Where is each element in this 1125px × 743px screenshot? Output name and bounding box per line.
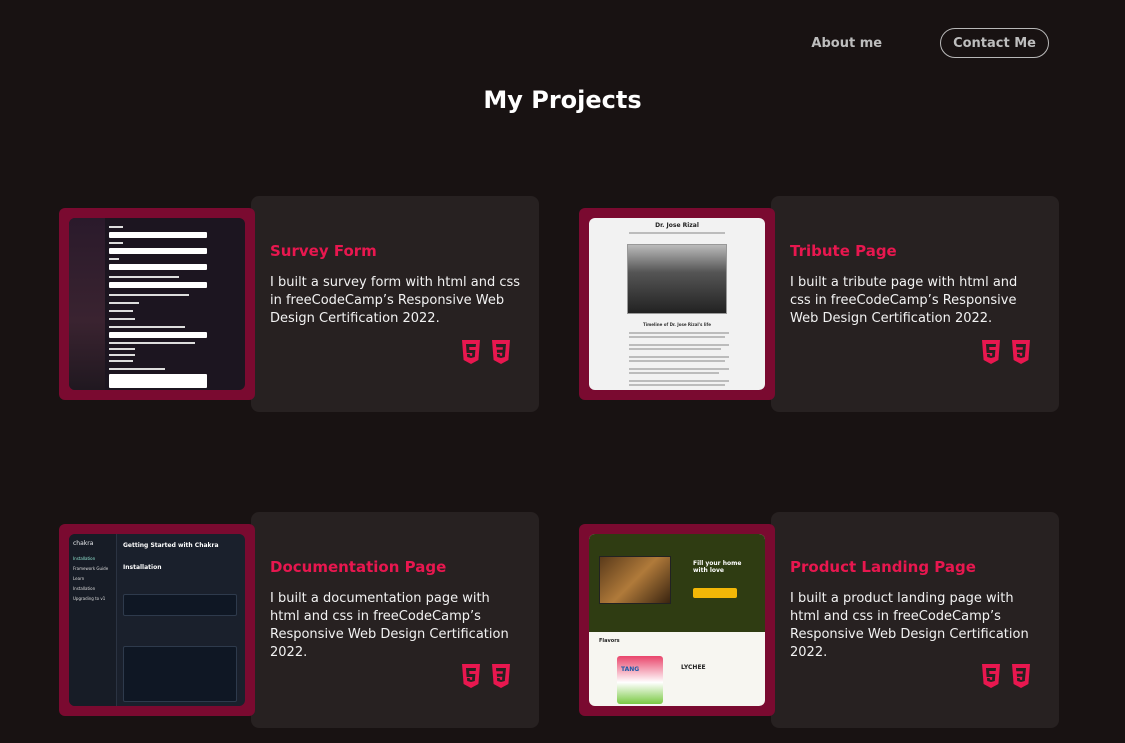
product-image (617, 656, 663, 704)
css3-icon (1012, 340, 1030, 364)
top-nav: About me Contact Me (811, 28, 1049, 58)
project-description: I built a documentation page with html a… (270, 591, 509, 660)
project-title[interactable]: Tribute Page (790, 242, 897, 260)
tech-icons (981, 664, 1031, 688)
project-title[interactable]: Product Landing Page (790, 558, 976, 576)
tech-icons (461, 340, 511, 364)
html5-icon (982, 340, 1000, 364)
tribute-page-screenshot[interactable]: Dr. Jose Rizal Timeline of Dr. Jose Riza… (589, 218, 765, 390)
contact-me-button[interactable]: Contact Me (940, 28, 1049, 58)
project-description: I built a survey form with html and css … (270, 275, 521, 326)
project-card-product-landing-page[interactable]: Fill your home with love Flavors TANG LY… (579, 512, 1059, 728)
portrait-image (627, 244, 727, 314)
project-title[interactable]: Documentation Page (270, 558, 446, 576)
survey-form-screenshot[interactable] (69, 218, 245, 390)
project-card-tribute-page[interactable]: Dr. Jose Rizal Timeline of Dr. Jose Riza… (579, 196, 1059, 412)
video-preview (599, 556, 671, 604)
tech-icons (461, 664, 511, 688)
html5-icon (462, 664, 480, 688)
project-description: I built a tribute page with html and css… (790, 275, 1018, 326)
product-landing-page-screenshot[interactable]: Fill your home with love Flavors TANG LY… (589, 534, 765, 706)
about-me-link[interactable]: About me (811, 36, 882, 51)
css3-icon (492, 340, 510, 364)
project-description: I built a product landing page with html… (790, 591, 1029, 660)
thumb-frame: chakra Installation Framework Guide Lear… (59, 524, 255, 716)
project-card-documentation-page[interactable]: chakra Installation Framework Guide Lear… (59, 512, 539, 728)
html5-icon (462, 340, 480, 364)
project-card-survey-form[interactable]: Survey Form I built a survey form with h… (59, 196, 539, 412)
thumb-frame: Fill your home with love Flavors TANG LY… (579, 524, 775, 716)
thumb-frame: Dr. Jose Rizal Timeline of Dr. Jose Riza… (579, 208, 775, 400)
documentation-page-screenshot[interactable]: chakra Installation Framework Guide Lear… (69, 534, 245, 706)
project-title[interactable]: Survey Form (270, 242, 377, 260)
html5-icon (982, 664, 1000, 688)
css3-icon (1012, 664, 1030, 688)
css3-icon (492, 664, 510, 688)
page-title: My Projects (483, 86, 642, 114)
tech-icons (981, 340, 1031, 364)
thumb-frame (59, 208, 255, 400)
